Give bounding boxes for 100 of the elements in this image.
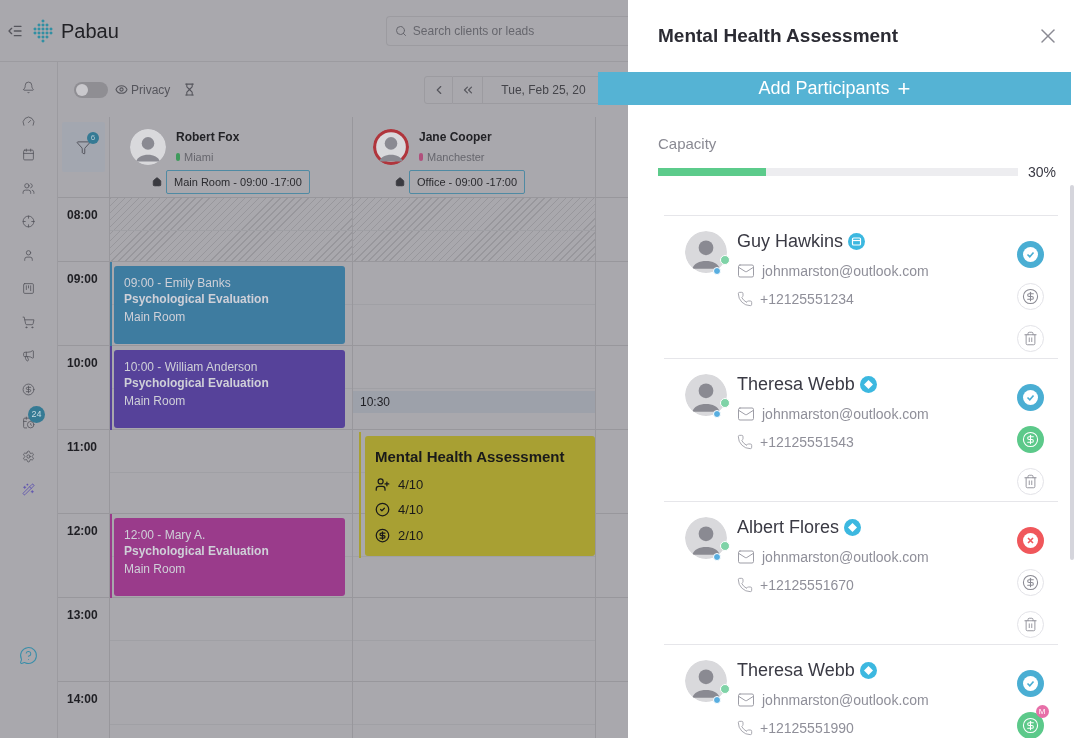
trash-icon — [1022, 473, 1038, 489]
payment-badge: M — [1035, 704, 1049, 718]
event-count: 4/10 — [398, 475, 424, 494]
privacy-toggle[interactable] — [74, 81, 108, 98]
participant-phone: +12125551234 — [760, 289, 854, 309]
appointment-service: Psychological Evaluation — [124, 291, 270, 307]
search-icon — [394, 24, 407, 37]
decline-button[interactable] — [1016, 526, 1044, 554]
filter-badge: 6 — [87, 132, 99, 144]
room-hours[interactable]: Main Room - 09:00 -17:00 — [166, 169, 310, 194]
hour-label: 11:00 — [67, 440, 98, 454]
eye-icon — [115, 83, 128, 96]
diamond-badge-icon — [859, 376, 877, 393]
hourglass-icon[interactable] — [183, 83, 197, 96]
crosshair-icon[interactable] — [22, 215, 35, 228]
participant-name: Albert Flores — [737, 516, 840, 539]
delete-button[interactable] — [1016, 610, 1044, 638]
participant-phone: +12125551543 — [760, 432, 854, 452]
avatar-silhouette — [685, 230, 727, 273]
search-input[interactable]: Search clients or leads — [412, 21, 623, 40]
check-button[interactable] — [1016, 383, 1044, 411]
appointment-service: Psychological Evaluation — [124, 375, 270, 391]
dollar-icon — [1021, 716, 1039, 734]
event-count: 2/10 — [398, 526, 424, 545]
filter-button[interactable]: 6 — [62, 122, 105, 172]
participant-name: Theresa Webb — [737, 373, 855, 396]
phone-icon — [737, 577, 753, 593]
dollar-icon — [1021, 430, 1039, 448]
privacy-label: Privacy — [131, 81, 171, 99]
appointment-service: Psychological Evaluation — [124, 543, 270, 559]
staff-name: Jane Cooper — [419, 129, 492, 146]
check-button[interactable] — [1016, 240, 1044, 268]
users-icon — [375, 476, 390, 492]
payment-button[interactable] — [1016, 282, 1044, 310]
appointment-title: 09:00 - Emily Banks — [124, 275, 232, 291]
mail-icon — [737, 691, 755, 709]
appointment-title: 12:00 - Mary A. — [124, 527, 207, 543]
users-icon[interactable] — [22, 181, 35, 195]
hour-label: 10:00 — [67, 356, 98, 370]
phone-icon — [737, 291, 753, 307]
participant-email: johnmarston@outlook.com — [762, 404, 929, 424]
paid-button[interactable] — [1016, 425, 1044, 453]
gauge-icon[interactable] — [22, 114, 35, 128]
calendar-icon[interactable] — [22, 416, 35, 429]
board-icon[interactable] — [22, 282, 35, 295]
drawer-title: Mental Health Assessment — [658, 23, 900, 48]
cart-icon[interactable] — [22, 315, 35, 329]
dollar-icon[interactable] — [22, 382, 35, 396]
participant-phone: +12125551670 — [760, 575, 854, 595]
previous-button[interactable] — [424, 75, 454, 104]
calendar-badge-icon — [848, 233, 866, 250]
user-icon[interactable] — [22, 248, 35, 262]
event-count: 4/10 — [398, 501, 424, 519]
group-event-card[interactable]: Mental Health Assessment 4/10 4/10 2/10 — [365, 436, 595, 556]
scrollbar[interactable] — [1070, 185, 1074, 560]
hour-label: 14:00 — [67, 692, 98, 706]
hour-label: 09:00 — [67, 272, 98, 286]
avatar-silhouette — [685, 373, 727, 416]
diamond-badge-icon — [844, 519, 862, 536]
notification-badge: 24 — [28, 406, 45, 423]
event-title: Mental Health Assessment — [375, 447, 566, 467]
rewind-button[interactable] — [453, 75, 484, 104]
dollar-icon — [1021, 287, 1039, 305]
mail-icon — [737, 405, 755, 423]
date-label: Tue, Feb 25, 20 — [501, 81, 586, 99]
calendar-icon[interactable] — [22, 148, 35, 161]
staff-location: Miami — [184, 150, 214, 165]
check-button[interactable] — [1016, 669, 1044, 697]
appointment-room: Main Room — [124, 561, 187, 577]
avatar-silhouette — [685, 659, 727, 702]
search-field[interactable]: Search clients or leads — [385, 15, 628, 46]
settings-icon[interactable] — [22, 449, 35, 463]
appointment-card[interactable]: 12:00 - Mary A. Psychological Evaluation Main Room — [114, 518, 345, 596]
paid-button[interactable] — [1016, 711, 1044, 738]
time-slot[interactable]: 10:30 — [353, 391, 595, 413]
mail-icon — [737, 548, 755, 566]
participant-email: johnmarston@outlook.com — [762, 547, 929, 567]
filter-icon — [76, 139, 91, 155]
staff-name: Robert Fox — [176, 129, 240, 146]
appointment-card[interactable]: 09:00 - Emily Banks Psychological Evaluation Main Room — [114, 266, 345, 344]
room-hours[interactable]: Office - 09:00 -17:00 — [409, 169, 526, 194]
megaphone-icon[interactable] — [22, 349, 35, 362]
logo-text: Pabau — [61, 18, 119, 44]
bell-icon[interactable] — [22, 81, 35, 94]
appointment-title: 10:00 - William Anderson — [124, 359, 259, 375]
delete-button[interactable] — [1016, 467, 1044, 495]
participant-phone: +12125551990 — [760, 718, 854, 738]
delete-button[interactable] — [1016, 324, 1044, 352]
payment-button[interactable] — [1016, 568, 1044, 596]
mail-icon — [737, 262, 755, 280]
wand-icon[interactable] — [22, 483, 35, 496]
appointment-card[interactable]: 10:00 - William Anderson Psychological Evaluation Main Room — [114, 350, 345, 428]
phone-icon — [737, 720, 753, 736]
hour-label: 13:00 — [67, 608, 98, 622]
phone-icon — [737, 434, 753, 450]
trash-icon — [1022, 330, 1038, 346]
staff-location: Manchester — [427, 150, 485, 165]
help-icon[interactable] — [19, 646, 38, 665]
capacity-label: Capacity — [658, 134, 718, 154]
participant-email: johnmarston@outlook.com — [762, 690, 929, 710]
